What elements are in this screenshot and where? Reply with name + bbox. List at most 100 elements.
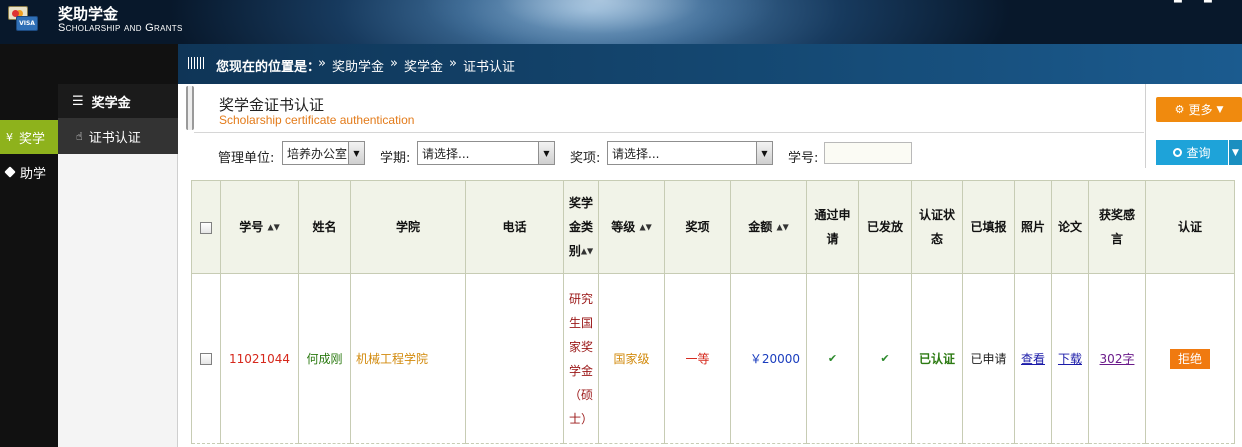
toolbar-divider xyxy=(1145,84,1146,168)
breadcrumb-item-home[interactable]: 奖助学金 xyxy=(332,56,384,75)
tag-icon xyxy=(4,166,16,178)
sidebar-item-label: 助学 xyxy=(20,166,47,182)
col-header-passed: 通过申 请 xyxy=(806,180,859,274)
header-label: 请 xyxy=(826,232,839,246)
view-photo-link[interactable]: 查看 xyxy=(1021,352,1045,366)
cell-amount: ￥20000 xyxy=(730,273,807,444)
breadcrumb-separator: » xyxy=(389,56,398,71)
col-header-filled: 已填报 xyxy=(962,180,1015,274)
unit-select[interactable]: 培养办公室 ▼ xyxy=(282,141,365,165)
app-subtitle: Scholarship and Grants xyxy=(58,22,183,34)
table-header-row: 学号 ▲▼ 姓名 学院 电话 奖学 金类 别▲▼ 等级 ▲▼ 奖项 金额 ▲▼ … xyxy=(191,180,1235,274)
col-header-grade[interactable]: 等级 ▲▼ xyxy=(598,180,665,274)
col-header-name: 姓名 xyxy=(298,180,351,274)
app-title: 奖助学金 xyxy=(58,5,119,23)
category-line: 士） xyxy=(568,411,593,426)
sidebar-item-grant[interactable]: 助学 xyxy=(0,155,58,189)
cell-category: 研究 生国 家奖 学金 （硕 士） xyxy=(563,273,599,444)
term-select-value: 请选择... xyxy=(422,146,470,161)
header-label: 态 xyxy=(930,232,943,246)
breadcrumb-separator: » xyxy=(448,56,457,71)
primary-sidebar: ¥ 奖学 助学 xyxy=(0,44,58,447)
select-all-checkbox-cell xyxy=(191,180,221,274)
col-header-auth-status: 认证状 态 xyxy=(911,180,963,274)
sort-icon: ▲▼ xyxy=(776,222,789,232)
yen-icon: ¥ xyxy=(6,130,13,144)
student-no-input[interactable] xyxy=(824,142,912,164)
top-banner: VISA 奖助学金 Scholarship and Grants ▀ ▀ xyxy=(0,0,1242,60)
header-label: 学号 xyxy=(239,219,264,234)
cell-college: 机械工程学院 xyxy=(350,273,466,444)
header-label: 别 xyxy=(568,243,581,258)
cell-issued: ✔ xyxy=(858,273,912,444)
dropdown-arrow-icon: ▼ xyxy=(348,142,364,164)
chevron-down-icon: ▼ xyxy=(1216,104,1224,115)
header-label: 奖学 xyxy=(568,195,593,210)
minimize-button[interactable]: ▀ xyxy=(1174,0,1182,9)
sidebar-item-label: 证书认证 xyxy=(88,130,141,146)
header-label: 言 xyxy=(1110,232,1123,246)
breadcrumb-separator: » xyxy=(318,56,326,71)
thumbs-up-icon: ☝ xyxy=(76,129,83,143)
header-label: 金额 xyxy=(748,219,773,234)
breadcrumb-label: 您现在的位置是： xyxy=(216,60,321,75)
award-select-value: 请选择... xyxy=(612,146,660,161)
col-header-award: 奖项 xyxy=(664,180,731,274)
sidebar-section-label: 奖学金 xyxy=(91,95,131,111)
app-window: VISA 奖助学金 Scholarship and Grants ▀ ▀ ¥ 奖… xyxy=(0,0,1242,447)
sidebar-item-certificate-auth[interactable]: ☝ 证书认证 xyxy=(58,118,178,154)
cell-stuno: 11021044 xyxy=(220,273,299,444)
query-dropdown-button[interactable]: ▼ xyxy=(1229,140,1242,165)
header-label: 等级 xyxy=(611,219,636,234)
reject-button[interactable]: 拒绝 xyxy=(1169,348,1210,369)
col-header-college: 学院 xyxy=(350,180,466,274)
more-label: 更多 xyxy=(1188,103,1213,117)
cell-passed: ✔ xyxy=(806,273,859,444)
more-button[interactable]: ⚙ 更多 ▼ xyxy=(1156,97,1242,122)
award-select[interactable]: 请选择... ▼ xyxy=(607,141,773,165)
term-select[interactable]: 请选择... ▼ xyxy=(417,141,555,165)
query-button[interactable]: 查询 xyxy=(1156,140,1228,165)
maximize-button[interactable]: ▀ xyxy=(1204,0,1212,9)
cell-feeling: 302字 xyxy=(1088,273,1146,444)
select-all-checkbox[interactable] xyxy=(200,221,212,234)
breadcrumb-items: » 奖助学金 » 奖学金 » 证书认证 xyxy=(318,56,521,75)
col-header-stuno[interactable]: 学号 ▲▼ xyxy=(220,180,299,274)
page-title: 奖学金证书认证 xyxy=(219,96,325,114)
checkmark-icon: ✔ xyxy=(880,352,890,365)
header-divider xyxy=(194,132,1144,133)
category-line: 研究 xyxy=(568,291,593,306)
sort-icon: ▲▼ xyxy=(267,222,280,232)
cell-filled: 已申请 xyxy=(962,273,1015,444)
student-no-label: 学号: xyxy=(788,151,819,166)
menu-icon: ☰ xyxy=(72,93,84,109)
cell-grade: 国家级 xyxy=(598,273,665,444)
cell-certify: 拒绝 xyxy=(1145,273,1235,444)
certificate-table: 学号 ▲▼ 姓名 学院 电话 奖学 金类 别▲▼ 等级 ▲▼ 奖项 金额 ▲▼ … xyxy=(191,180,1235,444)
cell-thesis: 下载 xyxy=(1051,273,1089,444)
sidebar-section-scholarship[interactable]: ☰ 奖学金 xyxy=(58,84,178,118)
header-label: 金类 xyxy=(568,219,593,234)
cell-phone xyxy=(465,273,564,444)
breadcrumb-item-current: 证书认证 xyxy=(462,60,515,75)
category-line: 家奖 xyxy=(568,339,593,354)
sidebar-item-label: 奖学 xyxy=(19,131,46,147)
col-header-feeling: 获奖感 言 xyxy=(1088,180,1146,274)
col-header-amount[interactable]: 金额 ▲▼ xyxy=(730,180,807,274)
cell-photo: 查看 xyxy=(1014,273,1052,444)
table-row: 11021044 何成刚 机械工程学院 研究 生国 家奖 学金 （硕 士） 国家… xyxy=(191,273,1235,444)
breadcrumb-item-scholarship[interactable]: 奖学金 xyxy=(404,56,443,75)
panel-splitter-handle[interactable] xyxy=(186,86,194,130)
breadcrumb: 您现在的位置是： » 奖助学金 » 奖学金 » 证书认证 xyxy=(178,44,1242,84)
download-thesis-link[interactable]: 下载 xyxy=(1058,352,1082,366)
checkmark-icon: ✔ xyxy=(827,352,838,365)
col-header-category[interactable]: 奖学 金类 别▲▼ xyxy=(563,180,599,274)
sidebar-item-scholarship[interactable]: ¥ 奖学 xyxy=(0,120,58,154)
search-icon xyxy=(1173,148,1183,157)
sort-icon: ▲▼ xyxy=(580,246,594,256)
gears-icon: ⚙ xyxy=(1174,103,1185,116)
sidebar-top-filler xyxy=(58,44,178,84)
page-subtitle: Scholarship certificate authentication xyxy=(219,113,415,127)
feeling-link[interactable]: 302字 xyxy=(1100,352,1135,366)
row-checkbox[interactable] xyxy=(200,353,212,365)
